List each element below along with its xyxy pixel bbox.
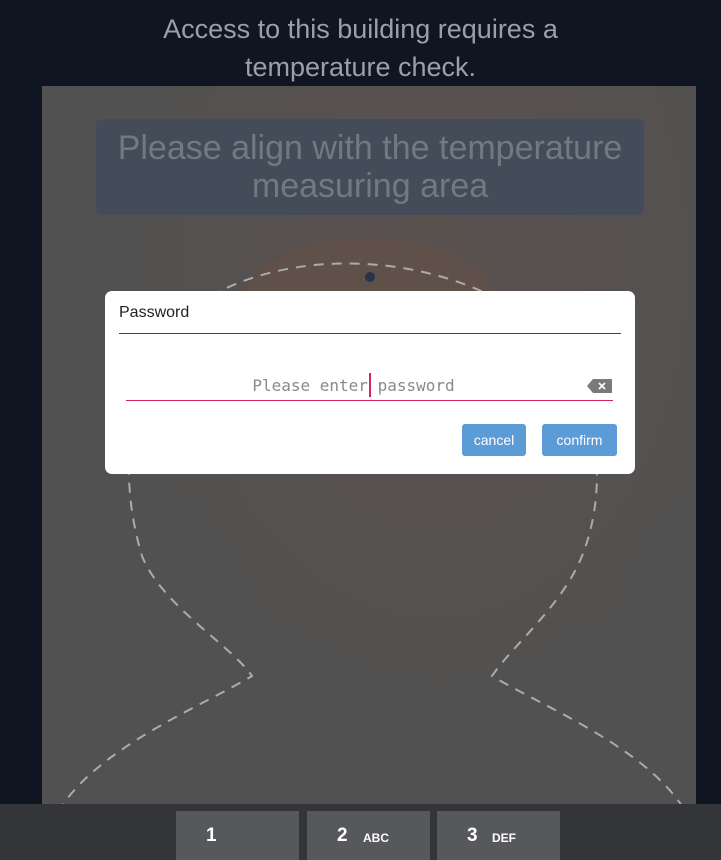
key-1[interactable]: 1 [176, 811, 299, 860]
backspace-clear-icon[interactable] [587, 379, 613, 393]
cancel-button[interactable]: cancel [462, 424, 526, 456]
key-3-letters: DEF [492, 831, 516, 845]
access-notice-line2: temperature check. [244, 52, 477, 82]
temperature-check-screen: Access to this building requires a tempe… [0, 0, 721, 860]
access-notice: Access to this building requires a tempe… [0, 10, 721, 86]
key-3-digit: 3 [467, 825, 478, 846]
key-3[interactable]: 3 DEF [437, 811, 560, 860]
password-input[interactable] [126, 371, 581, 399]
key-1-digit: 1 [206, 825, 217, 846]
numeric-keyboard: 1 2 ABC 3 DEF [0, 804, 721, 860]
dialog-divider [119, 333, 621, 334]
confirm-button[interactable]: confirm [542, 424, 617, 456]
password-field[interactable] [126, 371, 613, 401]
key-2-letters: ABC [363, 831, 389, 845]
dialog-title: Password [119, 304, 190, 321]
access-notice-line1: Access to this building requires a [163, 14, 558, 44]
key-2-digit: 2 [337, 825, 348, 846]
key-2[interactable]: 2 ABC [307, 811, 430, 860]
text-cursor [369, 373, 371, 397]
password-dialog: Password cancel confirm [105, 291, 635, 474]
